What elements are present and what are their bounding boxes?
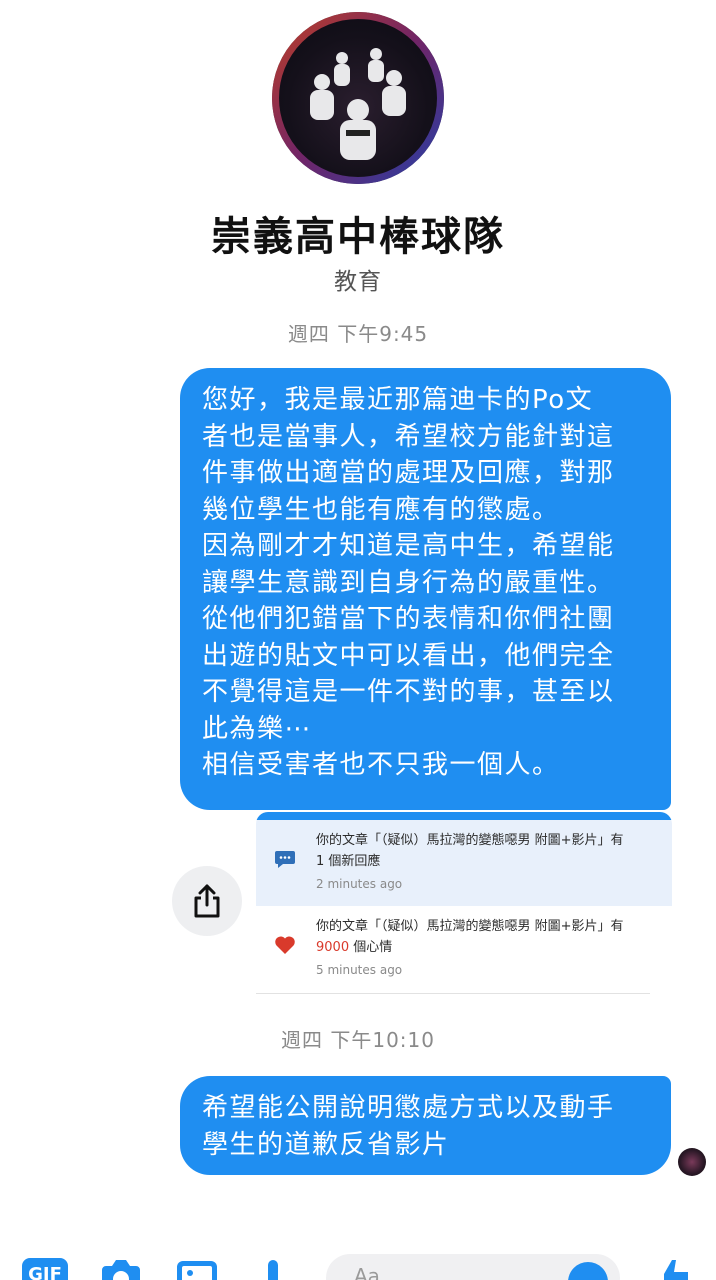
page-category: 教育 bbox=[334, 269, 382, 295]
notification-text: 1 個新回應 bbox=[316, 854, 381, 869]
image-icon[interactable] bbox=[174, 1258, 220, 1280]
notification-item: 你的文章「（疑似）馬拉灣的變態噁男 附圖+影片」有 9000 個心情 5 min… bbox=[256, 906, 650, 994]
share-button[interactable] bbox=[172, 866, 242, 936]
sent-message-bubble[interactable]: 您好，我是最近那篇迪卡的Po文 者也是當事人，希望校方能針對這 件事做出適當的處… bbox=[180, 368, 671, 810]
notification-text: 你的文章「（疑似）馬拉灣的變態噁男 附圖+影片」有 bbox=[316, 919, 624, 934]
message-timestamp: 週四 下午9:45 bbox=[287, 322, 429, 346]
camera-icon[interactable] bbox=[98, 1258, 144, 1280]
share-icon bbox=[194, 884, 220, 918]
message-timestamp: 週四 下午10:10 bbox=[281, 1028, 435, 1052]
page-avatar[interactable] bbox=[272, 12, 444, 184]
page-title: 崇義高中棒球隊 bbox=[211, 214, 505, 260]
notification-text: 9000 個心情 bbox=[316, 937, 636, 958]
reaction-count: 9000 bbox=[316, 940, 350, 955]
gif-icon: GIF bbox=[28, 1264, 62, 1280]
notification-text: 你的文章「（疑似）馬拉灣的變態噁男 附圖+影片」有 bbox=[316, 833, 624, 848]
image-attachment[interactable]: 你的文章「（疑似）馬拉灣的變態噁男 附圖+影片」有 1 個新回應 2 minut… bbox=[256, 812, 672, 994]
gif-button[interactable]: GIF bbox=[22, 1258, 68, 1280]
notification-item: 你的文章「（疑似）馬拉灣的變態噁男 附圖+影片」有 1 個新回應 2 minut… bbox=[256, 820, 672, 906]
heart-icon bbox=[275, 936, 295, 954]
thumbs-up-icon[interactable] bbox=[654, 1258, 694, 1280]
attachment-top-bar bbox=[256, 812, 672, 820]
sent-message-bubble[interactable]: 希望能公開說明懲處方式以及動手 學生的道歉反省影片 bbox=[180, 1076, 671, 1175]
reaction-suffix: 個心情 bbox=[349, 940, 393, 955]
notification-time: 2 minutes ago bbox=[316, 877, 403, 891]
microphone-icon[interactable] bbox=[262, 1258, 284, 1280]
notification-time: 5 minutes ago bbox=[316, 963, 403, 977]
read-receipt-avatar bbox=[678, 1148, 706, 1176]
composer-bar: GIF Aa bbox=[0, 1244, 716, 1280]
comment-icon bbox=[275, 851, 295, 868]
